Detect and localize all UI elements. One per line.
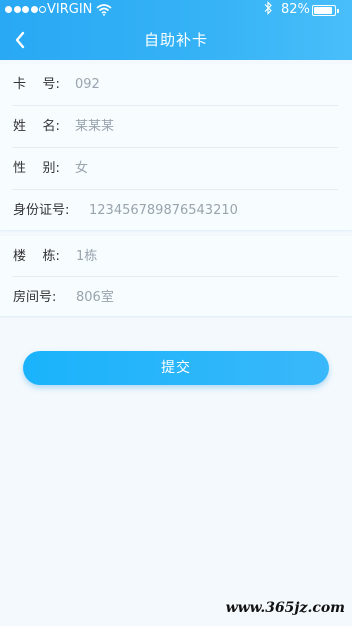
signal-dots-icon bbox=[5, 6, 46, 13]
building-label: 楼 栋: bbox=[13, 249, 60, 264]
nav-bar: 自助补卡 bbox=[0, 20, 352, 60]
watermark: www.365jz.com bbox=[225, 600, 345, 616]
submit-button[interactable]: 提交 bbox=[23, 351, 329, 385]
battery-icon bbox=[312, 5, 339, 16]
gender-row: 性 别: 女 bbox=[0, 148, 352, 190]
personal-info-card: 卡 号: 092 姓 名: 某某某 性 别: 女 身份证号: 123456789… bbox=[0, 64, 352, 230]
gender-value[interactable]: 女 bbox=[75, 148, 88, 190]
name-value[interactable]: 某某某 bbox=[75, 106, 114, 148]
building-value[interactable]: 1栋 bbox=[76, 236, 97, 278]
room-label: 房间号: bbox=[13, 290, 57, 305]
header: VIRGIN 82% 自助补卡 bbox=[0, 0, 352, 60]
name-label: 姓 名: bbox=[13, 119, 60, 134]
building-row: 楼 栋: 1栋 bbox=[0, 236, 352, 278]
battery-percentage: 82% bbox=[281, 2, 310, 17]
carrier-name: VIRGIN bbox=[47, 2, 93, 17]
page-title: 自助补卡 bbox=[143, 31, 208, 49]
id-number-label: 身份证号: bbox=[13, 203, 70, 218]
status-bar: VIRGIN 82% bbox=[0, 0, 352, 20]
name-row: 姓 名: 某某某 bbox=[0, 106, 352, 148]
bluetooth-icon bbox=[264, 1, 272, 21]
room-value[interactable]: 806室 bbox=[76, 277, 114, 319]
room-row: 房间号: 806室 bbox=[0, 277, 352, 319]
id-number-row: 身份证号: 123456789876543210 bbox=[0, 190, 352, 232]
id-number-value[interactable]: 123456789876543210 bbox=[89, 190, 238, 232]
card-number-value[interactable]: 092 bbox=[75, 64, 100, 106]
card-number-row: 卡 号: 092 bbox=[0, 64, 352, 106]
card-number-label: 卡 号: bbox=[13, 77, 60, 92]
gender-label: 性 别: bbox=[13, 161, 60, 176]
dorm-info-card: 楼 栋: 1栋 房间号: 806室 bbox=[0, 236, 352, 316]
